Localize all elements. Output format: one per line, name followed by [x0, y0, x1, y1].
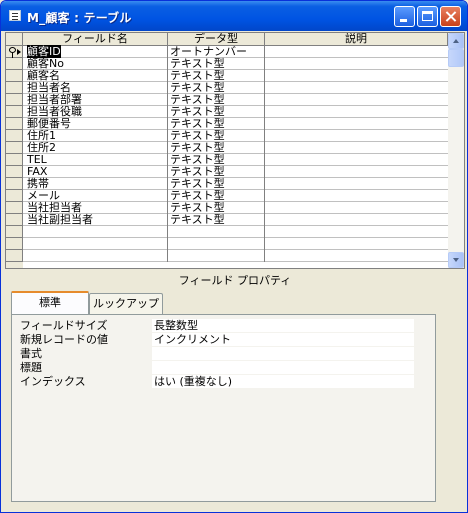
- property-label: 標題: [20, 361, 42, 374]
- table-row[interactable]: [6, 226, 448, 238]
- table-row[interactable]: 担当者役職 テキスト型: [6, 106, 448, 118]
- corner-header: [6, 33, 23, 46]
- property-row[interactable]: インデックス はい (重複なし): [18, 375, 416, 388]
- property-value[interactable]: インクリメント: [152, 333, 414, 346]
- table-row[interactable]: [6, 238, 448, 250]
- row-selector[interactable]: [6, 58, 23, 70]
- data-type-cell[interactable]: テキスト型: [170, 214, 265, 226]
- table-row[interactable]: [6, 250, 448, 262]
- property-row[interactable]: 標題: [18, 361, 416, 374]
- property-row[interactable]: 新規レコードの値 インクリメント: [18, 333, 416, 346]
- tab-lookup[interactable]: ルックアップ: [89, 293, 163, 314]
- table-row[interactable]: 顧客ID オートナンバー: [6, 45, 448, 58]
- data-type-cell[interactable]: [170, 238, 265, 250]
- property-value[interactable]: 長整数型: [152, 319, 414, 332]
- table-row[interactable]: 住所1 テキスト型: [6, 130, 448, 142]
- property-label: インデックス: [20, 375, 86, 388]
- property-label: 新規レコードの値: [20, 333, 108, 346]
- property-value[interactable]: [152, 347, 414, 360]
- primary-key-icon: [9, 47, 16, 58]
- table-row[interactable]: 当社副担当者 テキスト型: [6, 214, 448, 226]
- field-rows: 顧客ID オートナンバー 顧客No テキスト型 顧客名 テキスト型 担当者名 テキスト型 担当者…: [6, 45, 448, 262]
- field-name-cell[interactable]: 当社副担当者: [27, 214, 167, 226]
- row-selector[interactable]: [6, 142, 23, 154]
- property-value[interactable]: はい (重複なし): [152, 375, 414, 388]
- property-value[interactable]: [152, 361, 414, 374]
- row-selector[interactable]: [6, 202, 23, 214]
- current-row-arrow-icon: [17, 49, 21, 55]
- row-selector[interactable]: [6, 46, 23, 58]
- table-row[interactable]: FAX テキスト型: [6, 166, 448, 178]
- field-name-cell[interactable]: [27, 238, 167, 250]
- property-row[interactable]: フィールドサイズ 長整数型: [18, 319, 416, 332]
- vertical-scrollbar[interactable]: [448, 33, 464, 268]
- table-row[interactable]: 顧客No テキスト型: [6, 58, 448, 70]
- row-selector[interactable]: [6, 94, 23, 106]
- row-selector[interactable]: [6, 214, 23, 226]
- row-selector[interactable]: [6, 118, 23, 130]
- row-selector[interactable]: [6, 238, 23, 250]
- field-name-cell[interactable]: [27, 226, 167, 238]
- field-name-cell[interactable]: TEL: [27, 154, 167, 166]
- row-selector[interactable]: [6, 70, 23, 82]
- row-selector[interactable]: [6, 130, 23, 142]
- row-selector[interactable]: [6, 250, 23, 262]
- property-label: フィールドサイズ: [20, 319, 108, 332]
- scroll-up-button[interactable]: [448, 33, 464, 49]
- field-name-text: 当社副担当者: [27, 213, 93, 226]
- close-button[interactable]: [440, 6, 461, 27]
- field-name-cell[interactable]: [27, 250, 167, 262]
- row-selector[interactable]: [6, 226, 23, 238]
- table-row[interactable]: TEL テキスト型: [6, 154, 448, 166]
- column-header-description: 説明: [265, 33, 448, 46]
- window-title: M_顧客 : テーブル: [27, 11, 132, 25]
- row-selector[interactable]: [6, 166, 23, 178]
- property-row[interactable]: 書式: [18, 347, 416, 360]
- row-selector[interactable]: [6, 190, 23, 202]
- data-type-cell[interactable]: [170, 226, 265, 238]
- tab-general[interactable]: 標準: [11, 291, 89, 314]
- maximize-button[interactable]: [417, 6, 438, 27]
- table-row[interactable]: 住所2 テキスト型: [6, 142, 448, 154]
- table-row[interactable]: 顧客名 テキスト型: [6, 70, 448, 82]
- general-properties-panel: フィールドサイズ 長整数型新規レコードの値 インクリメント書式 標題 インデックス はい …: [11, 314, 436, 502]
- field-properties-title: フィールド プロパティ: [178, 274, 292, 287]
- table-row[interactable]: 郵便番号 テキスト型: [6, 118, 448, 130]
- title-bar[interactable]: M_顧客 : テーブル: [1, 1, 467, 31]
- row-selector[interactable]: [6, 106, 23, 118]
- row-selector[interactable]: [6, 82, 23, 94]
- scroll-thumb[interactable]: [448, 49, 464, 67]
- table-design-window: M_顧客 : テーブル フィールド名 データ型 説明 顧客ID オートナンバー 顧客…: [0, 0, 468, 513]
- table-icon: [9, 10, 21, 21]
- table-row[interactable]: 携帯 テキスト型: [6, 178, 448, 190]
- minimize-button[interactable]: [394, 6, 415, 27]
- data-type-cell[interactable]: [170, 250, 265, 262]
- field-name-cell[interactable]: 住所2: [27, 142, 167, 154]
- property-label: 書式: [20, 347, 42, 360]
- row-selector[interactable]: [6, 178, 23, 190]
- scroll-down-button[interactable]: [448, 252, 464, 268]
- row-selector[interactable]: [6, 154, 23, 166]
- field-design-grid: フィールド名 データ型 説明 顧客ID オートナンバー 顧客No テキスト型 顧客名 テキ…: [5, 32, 465, 269]
